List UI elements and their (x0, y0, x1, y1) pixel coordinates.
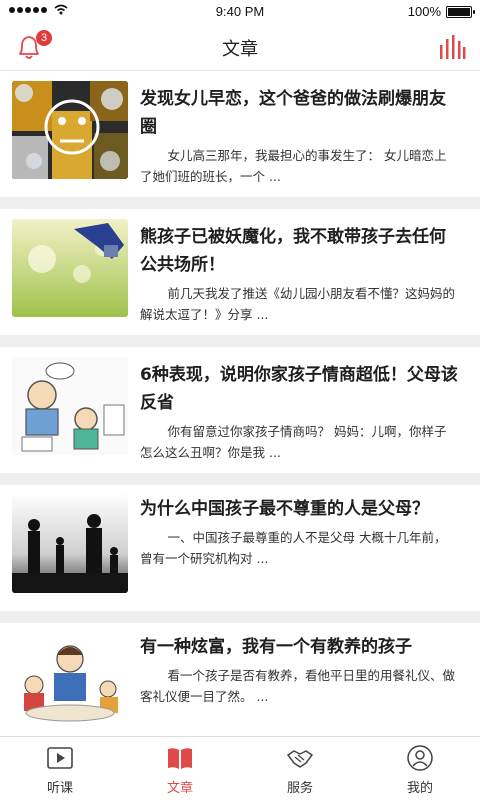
chart-bars-icon[interactable] (438, 35, 466, 59)
tab-label: 服务 (286, 781, 313, 796)
app-header: 3 文章 (0, 22, 480, 71)
tab-services[interactable]: 服务 (240, 737, 360, 800)
article-thumbnail (12, 495, 128, 593)
article-summary: 你有留意过你家孩子情商吗？ 妈妈：儿啊，你样子怎么这么丑啊？你是我 ... (140, 424, 447, 460)
tab-label: 听课 (46, 781, 73, 796)
article-summary: 女儿高三那年，我最担心的事发生了： 女儿暗恋上了她们班的班长，一个 ... (140, 148, 447, 184)
article-summary: 看一个孩子是否有教养，看他平日里的用餐礼仪、做客礼仪便一目了然。 ... (140, 668, 456, 704)
tab-listen[interactable]: 听课 (0, 737, 120, 800)
article-thumbnail (12, 81, 128, 179)
article-card[interactable]: 6种表现，说明你家孩子情商超低！父母该反省 你有留意过你家孩子情商吗？ 妈妈：儿… (0, 347, 480, 473)
article-thumbnail (12, 633, 128, 731)
book-icon (168, 748, 192, 769)
article-thumbnail (12, 357, 128, 455)
article-summary: 一、中国孩子最尊重的人不是父母 大概十几年前，曾有一个研究机构对 ... (140, 530, 447, 566)
article-list[interactable]: 发现女儿早恋，这个爸爸的做法刷爆朋友圈 女儿高三那年，我最担心的事发生了： 女儿… (0, 71, 480, 737)
article-title[interactable]: 为什么中国孩子最不尊重的人是父母？ (140, 495, 462, 523)
status-bar: 9:40 PM 100% (0, 0, 480, 22)
article-card[interactable]: 有一种炫富，我有一个有教养的孩子 看一个孩子是否有教养，看他平日里的用餐礼仪、做… (0, 623, 480, 737)
article-card[interactable]: 为什么中国孩子最不尊重的人是父母？ 一、中国孩子最尊重的人不是父母 大概十几年前… (0, 485, 480, 611)
article-title[interactable]: 熊孩子已被妖魔化，我不敢带孩子去任何公共场所！ (140, 223, 462, 279)
article-title[interactable]: 6种表现，说明你家孩子情商超低！父母该反省 (140, 361, 462, 417)
article-card[interactable]: 熊孩子已被妖魔化，我不敢带孩子去任何公共场所！ 前几天我发了推送《幼儿园小朋友看… (0, 209, 480, 335)
bottom-tab-bar: 听课 文章 服务 我的 (0, 736, 480, 800)
article-title[interactable]: 有一种炫富，我有一个有教养的孩子 (140, 633, 462, 661)
article-card[interactable]: 发现女儿早恋，这个爸爸的做法刷爆朋友圈 女儿高三那年，我最担心的事发生了： 女儿… (0, 71, 480, 197)
tab-mine[interactable]: 我的 (360, 737, 480, 800)
article-title[interactable]: 发现女儿早恋，这个爸爸的做法刷爆朋友圈 (140, 85, 462, 141)
play-icon (47, 747, 73, 769)
tab-articles[interactable]: 文章 (120, 737, 240, 800)
user-icon (407, 745, 433, 771)
battery-icon (446, 5, 475, 18)
article-summary: 前几天我发了推送《幼儿园小朋友看不懂？这妈妈的解说太逗了！》分享 ... (140, 286, 456, 322)
tab-label: 文章 (166, 781, 193, 796)
battery-percent: 100% (407, 4, 441, 19)
article-thumbnail (12, 219, 128, 317)
status-right: 100% (407, 4, 475, 19)
handshake-icon (287, 750, 313, 768)
tab-label: 我的 (406, 781, 433, 796)
page-title: 文章 (222, 39, 258, 60)
